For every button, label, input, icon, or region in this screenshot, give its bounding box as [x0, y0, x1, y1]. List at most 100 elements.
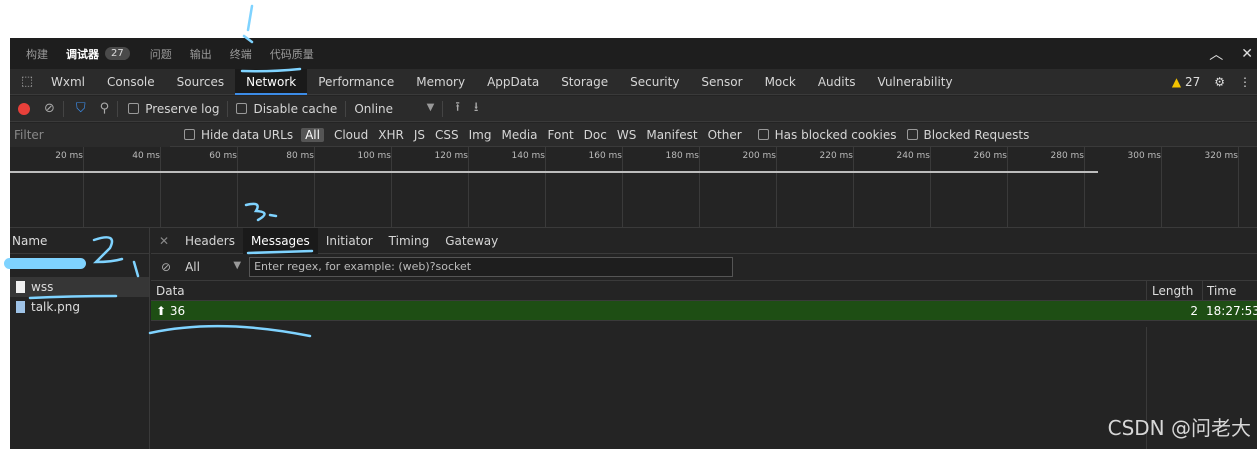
- timeline-tick: 280 ms: [1050, 151, 1085, 161]
- timeline-tick: 260 ms: [973, 151, 1008, 161]
- data-column-header[interactable]: Data: [156, 284, 185, 298]
- tab-build[interactable]: 构建: [26, 46, 48, 62]
- request-name: talk.png: [31, 300, 80, 314]
- tab-headers[interactable]: Headers: [177, 228, 243, 254]
- grid-line: [699, 147, 700, 227]
- checkbox-icon: [128, 102, 140, 114]
- grid-line: [1238, 147, 1239, 227]
- tab-initiator[interactable]: Initiator: [318, 228, 381, 254]
- tab-storage[interactable]: Storage: [550, 69, 619, 95]
- filter-type-media[interactable]: Media: [497, 128, 541, 142]
- request-detail: ✕ Headers Messages Initiator Timing Gate…: [151, 227, 1257, 449]
- close-icon[interactable]: ✕: [1241, 46, 1253, 62]
- filter-type-manifest[interactable]: Manifest: [642, 128, 701, 142]
- warnings-counter[interactable]: ▲ 27: [1172, 75, 1200, 89]
- network-toolbar: ⊘ ⛉ ⚲ Preserve log Disable cache Online ▼…: [10, 96, 1257, 122]
- tab-appdata[interactable]: AppData: [476, 69, 550, 95]
- filter-type-ws[interactable]: WS: [613, 128, 640, 142]
- tab-terminal[interactable]: 终端: [230, 46, 252, 62]
- search-icon[interactable]: ⚲: [100, 101, 110, 116]
- timeline-tick: 300 ms: [1127, 151, 1162, 161]
- export-har-icon[interactable]: ⭳: [474, 98, 479, 120]
- tab-audits[interactable]: Audits: [807, 69, 867, 95]
- preserve-log-checkbox[interactable]: Preserve log: [128, 102, 219, 116]
- time-column-header[interactable]: Time: [1202, 280, 1257, 301]
- ide-top-tabs: 构建 调试器 27 问题 输出 终端 代码质量 ︿ ✕: [10, 38, 1257, 69]
- disable-cache-checkbox[interactable]: Disable cache: [236, 102, 337, 116]
- tab-output[interactable]: 输出: [190, 46, 212, 62]
- grid-line: [83, 147, 84, 227]
- warning-icon: ▲: [1171, 75, 1182, 89]
- request-row-wss[interactable]: wss: [10, 277, 149, 297]
- grid-line: [468, 147, 469, 227]
- filter-type-other[interactable]: Other: [704, 128, 746, 142]
- messages-filter-bar: ⊘ All ▼ Enter regex, for example: (web)?s…: [151, 254, 1257, 281]
- request-row-talk-png[interactable]: talk.png: [10, 297, 149, 317]
- timeline-tick: 60 ms: [209, 151, 237, 161]
- message-row[interactable]: ⬆ 36 2 18:27:53.8: [151, 301, 1257, 321]
- divider: [442, 100, 444, 117]
- grid-line: [314, 147, 315, 227]
- collapse-icon[interactable]: ︿: [1209, 44, 1223, 64]
- divider: [227, 100, 229, 117]
- tab-problems[interactable]: 问题: [150, 46, 172, 62]
- tab-network[interactable]: Network: [235, 68, 308, 95]
- filter-type-cloud[interactable]: Cloud: [330, 128, 372, 142]
- tab-sources[interactable]: Sources: [166, 69, 235, 95]
- divider: [345, 100, 347, 117]
- disable-cache-label: Disable cache: [253, 101, 338, 116]
- message-type-select[interactable]: All ▼: [185, 260, 241, 274]
- clear-icon[interactable]: ⊘: [44, 101, 55, 116]
- network-overview-timeline[interactable]: 20 ms 40 ms 60 ms 80 ms 100 ms 120 ms 14…: [10, 147, 1257, 228]
- filter-type-js[interactable]: JS: [410, 128, 429, 142]
- close-icon[interactable]: ✕: [151, 234, 177, 248]
- inspect-element-icon[interactable]: ⬚: [14, 74, 40, 89]
- redaction-mark: [4, 258, 86, 269]
- warnings-count: 27: [1184, 75, 1201, 89]
- tab-memory[interactable]: Memory: [405, 69, 476, 95]
- filter-type-font[interactable]: Font: [544, 128, 578, 142]
- tab-sensor[interactable]: Sensor: [690, 69, 753, 95]
- filter-type-xhr[interactable]: XHR: [374, 128, 408, 142]
- preserve-log-label: Preserve log: [145, 101, 220, 116]
- filter-input[interactable]: Filter: [10, 122, 170, 147]
- hide-data-urls-label: Hide data URLs: [201, 127, 294, 142]
- grid-line: [853, 147, 854, 227]
- tab-console[interactable]: Console: [96, 69, 166, 95]
- message-length: 2: [1190, 304, 1198, 318]
- filter-type-all[interactable]: All: [301, 127, 324, 142]
- clear-messages-icon[interactable]: ⊘: [161, 260, 171, 274]
- tab-security[interactable]: Security: [619, 69, 690, 95]
- tab-timing[interactable]: Timing: [381, 228, 438, 254]
- checkbox-icon: [236, 102, 248, 114]
- blocked-requests-label: Blocked Requests: [923, 127, 1030, 142]
- more-options-icon[interactable]: ⋮: [1239, 75, 1251, 89]
- detail-tabs: ✕ Headers Messages Initiator Timing Gate…: [151, 227, 1257, 254]
- filter-type-css[interactable]: CSS: [431, 128, 463, 142]
- import-har-icon[interactable]: ⭱: [455, 98, 460, 120]
- gear-icon[interactable]: ⚙: [1214, 75, 1225, 89]
- tab-performance[interactable]: Performance: [307, 69, 405, 95]
- throttling-select[interactable]: Online ▼: [354, 102, 434, 116]
- filter-type-img[interactable]: Img: [465, 128, 496, 142]
- regex-filter-input[interactable]: Enter regex, for example: (web)?socket: [249, 257, 734, 277]
- tab-wxml[interactable]: Wxml: [40, 69, 96, 95]
- tab-messages[interactable]: Messages: [242, 227, 318, 254]
- name-column-header[interactable]: Name: [10, 228, 149, 254]
- filter-icon[interactable]: ⛉: [76, 101, 86, 116]
- hide-data-urls-checkbox[interactable]: Hide data URLs: [184, 128, 293, 142]
- length-column-header[interactable]: Length: [1146, 280, 1202, 301]
- blocked-requests-checkbox[interactable]: Blocked Requests: [906, 127, 1030, 142]
- checkbox-icon: [757, 128, 769, 140]
- tab-code-quality[interactable]: 代码质量: [270, 46, 314, 62]
- tab-debugger[interactable]: 调试器: [66, 46, 99, 62]
- blocked-cookies-checkbox[interactable]: Has blocked cookies: [757, 128, 897, 142]
- record-icon[interactable]: [18, 102, 30, 115]
- filter-type-doc[interactable]: Doc: [580, 128, 611, 142]
- grid-line: [160, 147, 161, 227]
- tab-mock[interactable]: Mock: [754, 69, 807, 95]
- grid-line: [237, 147, 238, 227]
- tab-vulnerability[interactable]: Vulnerability: [867, 69, 964, 95]
- timeline-tick: 20 ms: [55, 151, 83, 161]
- tab-gateway[interactable]: Gateway: [437, 228, 506, 254]
